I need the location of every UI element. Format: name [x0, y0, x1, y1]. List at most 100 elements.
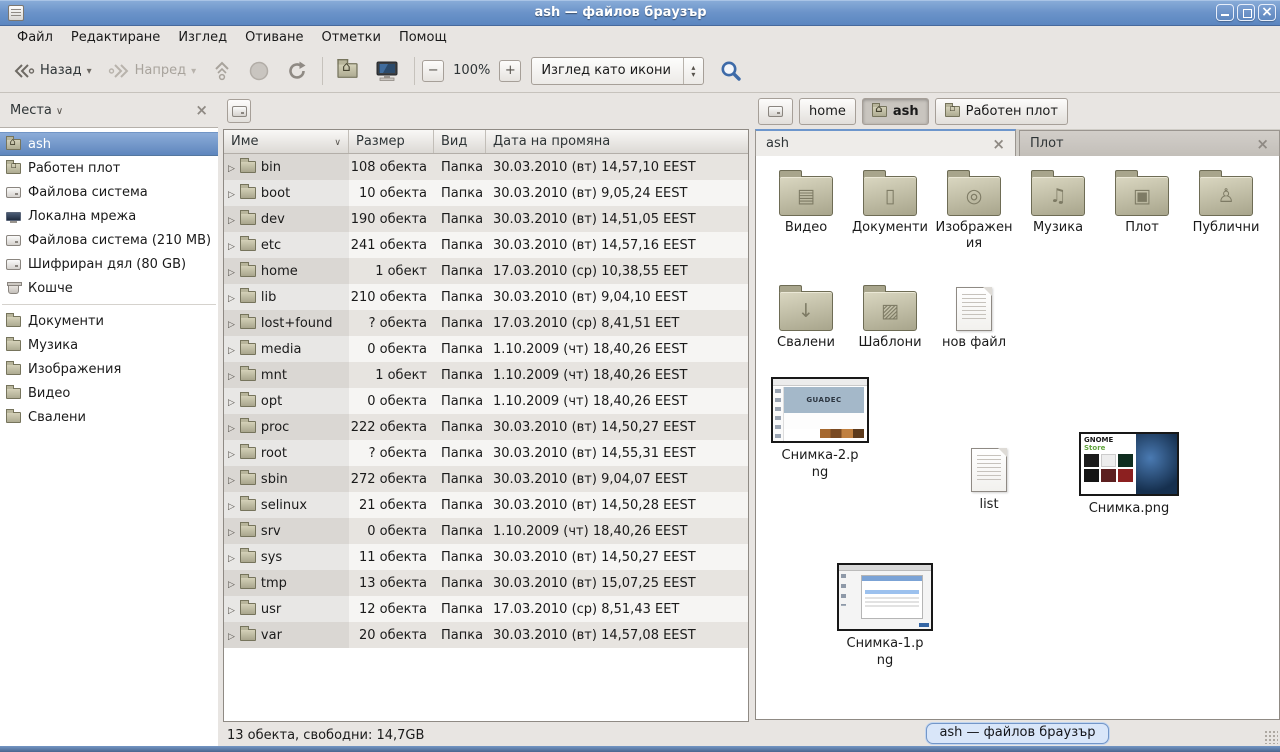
forward-button[interactable]: Напред — [101, 58, 204, 84]
tab-close-icon[interactable] — [1256, 135, 1269, 153]
search-button[interactable] — [716, 56, 746, 86]
menu-item[interactable]: Файл — [8, 28, 62, 47]
path-button[interactable]: ash — [862, 98, 929, 125]
icon-view-tile[interactable]: Шаблони — [848, 281, 932, 351]
icon-view-tile[interactable]: Публични — [1184, 166, 1268, 253]
maximize-button[interactable] — [1237, 4, 1255, 21]
file-list[interactable]: list — [956, 442, 1022, 514]
sidebar-place-item[interactable]: Шифриран дял (80 GB) — [0, 252, 218, 276]
path-button[interactable]: home — [799, 98, 856, 125]
file-snimka-2[interactable]: GUADEC Снимка-2.png — [770, 377, 870, 482]
back-button[interactable]: Назад — [6, 58, 99, 84]
icon-view-tile[interactable]: Видео — [764, 166, 848, 253]
titlebar[interactable]: ash — файлов браузър — [0, 0, 1280, 26]
menu-item[interactable]: Изглед — [169, 28, 236, 47]
tree-row[interactable]: root? обектаПапка30.03.2010 (вт) 14,55,3… — [224, 440, 748, 466]
path-button[interactable]: Работен плот — [935, 98, 1068, 125]
expander-icon[interactable] — [228, 316, 235, 331]
back-history-arrow-icon[interactable] — [87, 63, 92, 78]
tree-row[interactable]: lib210 обектаПапка30.03.2010 (вт) 9,04,1… — [224, 284, 748, 310]
tree-row[interactable]: lost+found? обектаПапка17.03.2010 (ср) 8… — [224, 310, 748, 336]
expander-icon[interactable] — [228, 472, 235, 487]
pane-tab[interactable]: ash — [755, 129, 1016, 156]
zoom-out-button[interactable] — [422, 60, 444, 82]
resize-grip-icon[interactable] — [1264, 730, 1278, 744]
pane-tab[interactable]: Плот — [1019, 130, 1280, 156]
tab-close-icon[interactable] — [992, 135, 1005, 153]
column-header-name[interactable]: Име — [224, 130, 349, 153]
expander-icon[interactable] — [228, 186, 235, 201]
expander-icon[interactable] — [228, 394, 235, 409]
tree-row[interactable]: sbin272 обектаПапка30.03.2010 (вт) 9,04,… — [224, 466, 748, 492]
expander-icon[interactable] — [228, 368, 235, 383]
sidebar-place-item[interactable]: Работен плот — [0, 156, 218, 180]
sidebar-bookmark-item[interactable]: Документи — [0, 309, 218, 333]
sidebar-bookmark-item[interactable]: Свалени — [0, 405, 218, 429]
column-header-size[interactable]: Размер — [349, 130, 434, 153]
sidebar-place-item[interactable]: Локална мрежа — [0, 204, 218, 228]
icon-view-tile[interactable]: Документи — [848, 166, 932, 253]
expander-icon[interactable] — [228, 238, 235, 253]
tree-row[interactable]: bin108 обектаПапка30.03.2010 (вт) 14,57,… — [224, 154, 748, 180]
file-snimka-1[interactable]: Снимка-1.png — [835, 563, 935, 670]
file-snimka[interactable]: GNOME Store Снимка.png — [1078, 432, 1180, 518]
expander-icon[interactable] — [228, 420, 235, 435]
tree-row[interactable]: media0 обектаПапка1.10.2009 (чт) 18,40,2… — [224, 336, 748, 362]
tree-row[interactable]: mnt1 обектПапка1.10.2009 (чт) 18,40,26 E… — [224, 362, 748, 388]
menu-item[interactable]: Редактиране — [62, 28, 169, 47]
tree-row[interactable]: var20 обектаПапка30.03.2010 (вт) 14,57,0… — [224, 622, 748, 648]
tree-row[interactable]: opt0 обектаПапка1.10.2009 (чт) 18,40,26 … — [224, 388, 748, 414]
tree-row[interactable]: sys11 обектаПапка30.03.2010 (вт) 14,50,2… — [224, 544, 748, 570]
tree-row[interactable]: tmp13 обектаПапка30.03.2010 (вт) 15,07,2… — [224, 570, 748, 596]
tree-row[interactable]: dev190 обектаПапка30.03.2010 (вт) 14,51,… — [224, 206, 748, 232]
home-button[interactable] — [330, 57, 365, 84]
icon-view-tile[interactable]: нов файл — [932, 281, 1016, 351]
icon-view-tile[interactable]: Музика — [1016, 166, 1100, 253]
expander-icon[interactable] — [228, 264, 235, 279]
sidebar-bookmark-item[interactable]: Изображения — [0, 357, 218, 381]
menu-item[interactable]: Отиване — [236, 28, 312, 47]
reload-button[interactable] — [279, 55, 315, 87]
expander-icon[interactable] — [228, 524, 235, 539]
expander-icon[interactable] — [228, 628, 235, 643]
sidebar-place-item[interactable]: ash — [0, 132, 218, 156]
forward-history-arrow-icon[interactable] — [191, 63, 196, 78]
icon-view-tile[interactable]: Свалени — [764, 281, 848, 351]
menu-item[interactable]: Отметки — [312, 28, 389, 47]
expander-icon[interactable] — [228, 160, 235, 175]
icon-view-tile[interactable]: Изображения — [932, 166, 1016, 253]
computer-button[interactable] — [367, 55, 407, 87]
stop-button[interactable] — [241, 55, 277, 87]
sidebar-bookmark-item[interactable]: Видео — [0, 381, 218, 405]
tree-row[interactable]: home1 обектПапка17.03.2010 (ср) 10,38,55… — [224, 258, 748, 284]
tree-row[interactable]: boot10 обектаПапка30.03.2010 (вт) 9,05,2… — [224, 180, 748, 206]
expander-icon[interactable] — [228, 602, 235, 617]
expander-icon[interactable] — [228, 446, 235, 461]
path-button[interactable] — [758, 98, 793, 125]
sidebar-close-icon[interactable] — [195, 101, 208, 119]
expander-icon[interactable] — [228, 290, 235, 305]
sidebar-place-item[interactable]: Файлова система (210 MB) — [0, 228, 218, 252]
view-mode-select[interactable]: Изглед като икони — [531, 57, 704, 85]
root-location-button[interactable] — [227, 99, 251, 123]
places-selector[interactable]: Места — [10, 103, 52, 118]
icon-view[interactable]: ВидеоДокументиИзображенияМузикаПлотПубли… — [755, 156, 1280, 720]
expander-icon[interactable] — [228, 498, 235, 513]
expander-icon[interactable] — [228, 342, 235, 357]
sidebar-bookmark-item[interactable]: Музика — [0, 333, 218, 357]
tree-row[interactable]: usr12 обектаПапка17.03.2010 (ср) 8,51,43… — [224, 596, 748, 622]
expander-icon[interactable] — [228, 550, 235, 565]
tree-row[interactable]: proc222 обектаПапка30.03.2010 (вт) 14,50… — [224, 414, 748, 440]
zoom-in-button[interactable] — [499, 60, 521, 82]
tree-row[interactable]: selinux21 обектаПапка30.03.2010 (вт) 14,… — [224, 492, 748, 518]
expander-icon[interactable] — [228, 212, 235, 227]
sidebar-place-item[interactable]: Файлова система — [0, 180, 218, 204]
minimize-button[interactable] — [1216, 4, 1234, 21]
icon-view-tile[interactable]: Плот — [1100, 166, 1184, 253]
tree-row[interactable]: etc241 обектаПапка30.03.2010 (вт) 14,57,… — [224, 232, 748, 258]
close-button[interactable] — [1258, 4, 1276, 21]
sidebar-place-item[interactable]: Кошче — [0, 276, 218, 300]
up-button[interactable] — [205, 55, 239, 87]
column-header-type[interactable]: Вид — [434, 130, 486, 153]
menu-item[interactable]: Помощ — [390, 28, 456, 47]
